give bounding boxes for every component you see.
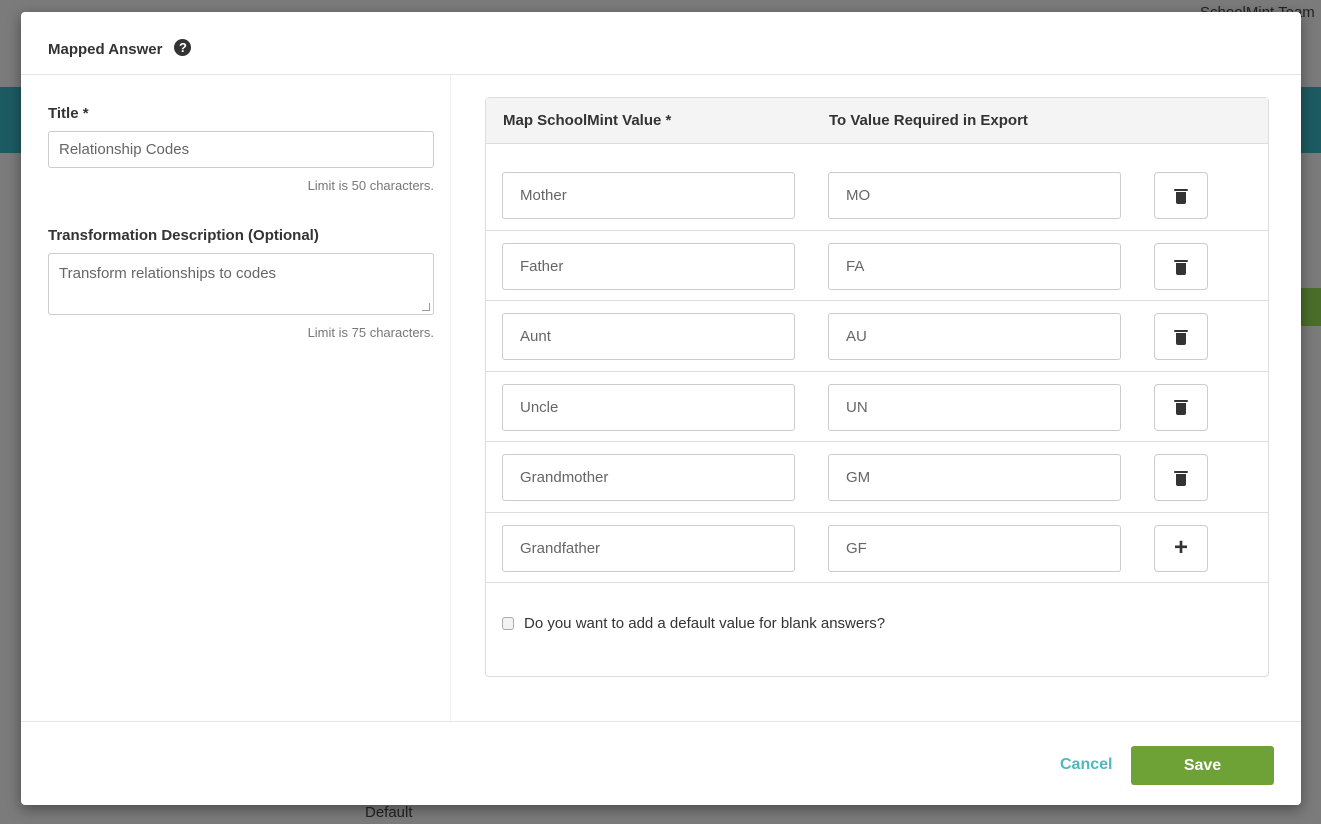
mapped-answer-modal: Mapped Answer ? Title * Relationship Cod… [21,12,1301,805]
export-value-input[interactable]: GM [828,454,1121,502]
col-schoolmint-value: Map SchoolMint Value * [503,112,672,129]
export-value-input[interactable]: MO [828,172,1121,219]
description-textarea[interactable]: Transform relationships to codes [48,253,434,315]
trash-icon [1174,329,1188,345]
description-label: Transformation Description (Optional) [48,227,319,244]
background-button [1300,288,1321,326]
export-value-input[interactable]: GF [828,524,1121,572]
col-export-value: To Value Required in Export [829,112,1028,129]
mapping-row: Grandmother GM [486,442,1268,513]
details-column: Title * Relationship Codes Limit is 50 c… [21,75,451,722]
delete-row-button[interactable] [1154,454,1208,502]
trash-icon [1174,470,1188,486]
question-circle-icon[interactable]: ? [174,39,192,56]
plus-icon: + [1173,534,1188,562]
cancel-button[interactable]: Cancel [1060,756,1112,774]
schoolmint-value-input[interactable]: Aunt [502,313,795,361]
export-value-input[interactable]: AU [828,313,1121,361]
modal-footer: Cancel Save [21,721,1301,805]
mapping-row: Aunt AU [486,301,1268,372]
delete-row-button[interactable] [1154,383,1208,431]
export-value-input[interactable]: UN [828,383,1121,431]
title-label: Title * [48,105,89,122]
save-button[interactable]: Save [1131,746,1274,785]
schoolmint-value-input[interactable]: Grandfather [502,524,795,572]
trash-icon [1174,188,1188,204]
mapping-header: Map SchoolMint Value * To Value Required… [486,98,1268,144]
schoolmint-value-input[interactable]: Grandmother [502,454,795,502]
title-hint: Limit is 50 characters. [307,178,434,193]
export-value-input[interactable]: FA [828,243,1121,290]
trash-icon [1174,259,1188,275]
mapping-row: Mother MO [486,144,1268,231]
description-hint: Limit is 75 characters. [307,325,434,340]
modal-header: Mapped Answer ? [21,12,1301,75]
schoolmint-value-input[interactable]: Uncle [502,383,795,431]
schoolmint-value-input[interactable]: Mother [502,172,795,219]
modal-title: Mapped Answer [48,41,163,58]
trash-icon [1174,399,1188,416]
delete-row-button[interactable] [1154,313,1208,361]
mapping-row: Grandfather GF + [486,513,1268,583]
checkbox-label: Do you want to add a default value for b… [524,615,886,632]
delete-row-button[interactable] [1154,172,1208,219]
mapping-row: Father FA [486,231,1268,302]
background-default-label: Default [365,804,413,821]
default-value-checkbox[interactable]: Do you want to add a default value for b… [502,615,885,632]
delete-row-button[interactable] [1154,243,1208,290]
checkbox[interactable] [502,617,514,630]
mapping-row: Uncle UN [486,372,1268,443]
mapping-panel: Map SchoolMint Value * To Value Required… [485,97,1269,677]
add-row-button[interactable]: + [1154,524,1208,572]
schoolmint-value-input[interactable]: Father [502,243,795,290]
title-input[interactable]: Relationship Codes [48,131,434,168]
